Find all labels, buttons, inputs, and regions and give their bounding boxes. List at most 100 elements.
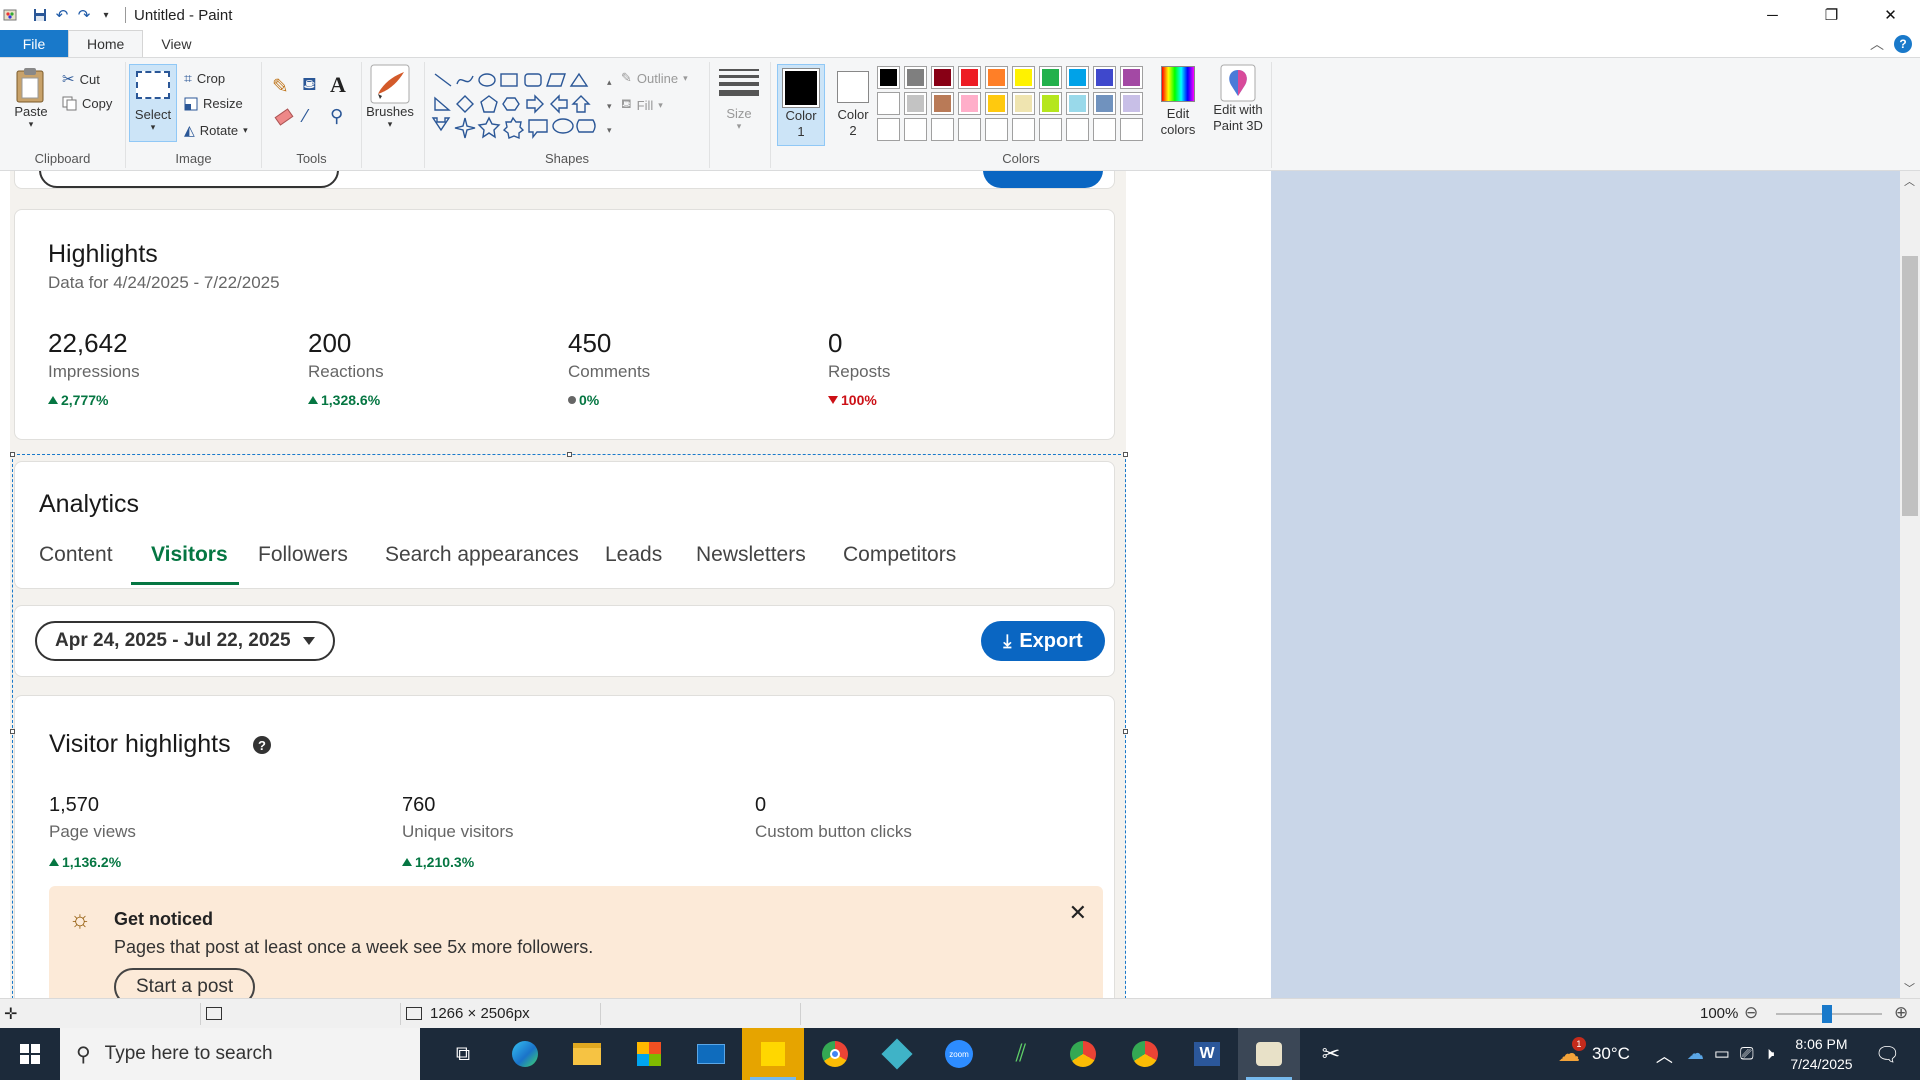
palette-swatch[interactable] bbox=[1120, 92, 1143, 115]
fill-button[interactable]: ⛾ Fill ▾ bbox=[621, 96, 663, 114]
cut-button[interactable]: ✂ Cut bbox=[62, 70, 100, 88]
notifications-icon[interactable]: 🗨 bbox=[1875, 1042, 1900, 1067]
redo-icon[interactable]: ↷ bbox=[73, 4, 95, 26]
tab-newsletters[interactable]: Newsletters bbox=[696, 543, 806, 567]
eraser-icon[interactable] bbox=[274, 108, 294, 126]
shapes-gallery[interactable] bbox=[431, 70, 607, 142]
scroll-up-icon[interactable]: ︿ bbox=[1904, 173, 1915, 189]
palette-swatch[interactable] bbox=[1093, 118, 1116, 141]
edit-with-paint3d-button[interactable]: Edit with Paint 3D bbox=[1208, 64, 1268, 134]
help-circle-icon[interactable]: ? bbox=[253, 736, 271, 754]
chrome-profile-icon[interactable] bbox=[1052, 1028, 1114, 1080]
palette-swatch[interactable] bbox=[1066, 66, 1089, 89]
network-icon[interactable]: ⎚ bbox=[1740, 1044, 1754, 1064]
color1-button[interactable]: Color 1 bbox=[777, 64, 825, 146]
vertical-scrollbar-thumb[interactable] bbox=[1902, 256, 1918, 516]
vertical-scrollbar[interactable]: ︿ ﹀ bbox=[1900, 171, 1920, 998]
outline-button[interactable]: ✎ Outline ▾ bbox=[621, 70, 688, 86]
palette-swatch[interactable] bbox=[1039, 92, 1062, 115]
app-icon-green[interactable]: ⫽ bbox=[990, 1028, 1052, 1080]
tab-file[interactable]: File bbox=[0, 30, 68, 57]
edit-colors-button[interactable]: Edit colors bbox=[1153, 66, 1203, 138]
shapes-scroll[interactable]: ▴ ▾ ▾ bbox=[607, 70, 612, 142]
palette-swatch[interactable] bbox=[1012, 66, 1035, 89]
palette-swatch[interactable] bbox=[877, 92, 900, 115]
close-icon[interactable]: ✕ bbox=[1069, 900, 1087, 926]
pencil-icon[interactable]: ✎ bbox=[272, 74, 289, 99]
image-canvas[interactable]: Highlights Data for 4/24/2025 - 7/22/202… bbox=[0, 171, 1271, 998]
app-icon-cyan[interactable] bbox=[866, 1028, 928, 1080]
fill-bucket-icon[interactable]: ⛾ bbox=[302, 74, 317, 98]
minimize-button[interactable]: ─ bbox=[1743, 0, 1802, 30]
resize-button[interactable]: Resize bbox=[184, 96, 243, 111]
paste-button[interactable]: Paste ▾ bbox=[8, 66, 54, 130]
sticky-notes-icon[interactable] bbox=[742, 1028, 804, 1080]
tab-leads[interactable]: Leads bbox=[605, 543, 662, 567]
show-hidden-icons[interactable]: ︿ bbox=[1656, 1042, 1673, 1067]
weather-icon[interactable]: ☁ 1 bbox=[1558, 1037, 1586, 1067]
date-range-dropdown[interactable]: Apr 24, 2025 - Jul 22, 2025 bbox=[35, 621, 335, 661]
palette-swatch[interactable] bbox=[958, 92, 981, 115]
palette-swatch[interactable] bbox=[1066, 92, 1089, 115]
palette-swatch[interactable] bbox=[904, 66, 927, 89]
text-icon[interactable]: A bbox=[330, 72, 346, 98]
volume-icon[interactable]: 🕨 bbox=[1764, 1044, 1775, 1064]
palette-swatch[interactable] bbox=[985, 66, 1008, 89]
tab-content[interactable]: Content bbox=[39, 543, 113, 567]
palette-swatch[interactable] bbox=[985, 118, 1008, 141]
mail-icon[interactable] bbox=[680, 1028, 742, 1080]
close-button[interactable]: ✕ bbox=[1861, 0, 1920, 30]
paint-taskbar-icon[interactable] bbox=[1238, 1028, 1300, 1080]
microsoft-store-icon[interactable] bbox=[618, 1028, 680, 1080]
palette-swatch[interactable] bbox=[958, 66, 981, 89]
tab-home[interactable]: Home bbox=[68, 30, 144, 57]
palette-swatch[interactable] bbox=[1120, 118, 1143, 141]
tab-visitors[interactable]: Visitors bbox=[151, 543, 228, 567]
palette-swatch[interactable] bbox=[904, 118, 927, 141]
clock[interactable]: 8:06 PM 7/24/2025 bbox=[1790, 1034, 1852, 1074]
palette-swatch[interactable] bbox=[1039, 118, 1062, 141]
palette-swatch[interactable] bbox=[1039, 66, 1062, 89]
color-picker-icon[interactable]: ⁄ bbox=[304, 106, 307, 127]
palette-swatch[interactable] bbox=[931, 118, 954, 141]
palette-swatch[interactable] bbox=[958, 118, 981, 141]
palette-swatch[interactable] bbox=[1012, 92, 1035, 115]
collapse-ribbon-icon[interactable]: ︿ bbox=[1870, 34, 1884, 54]
palette-swatch[interactable] bbox=[1066, 118, 1089, 141]
word-icon[interactable]: W bbox=[1176, 1028, 1238, 1080]
zoom-slider-thumb[interactable] bbox=[1822, 1005, 1832, 1023]
palette-swatch[interactable] bbox=[877, 66, 900, 89]
zoom-icon[interactable]: zoom bbox=[928, 1028, 990, 1080]
tab-search-appearances[interactable]: Search appearances bbox=[385, 543, 579, 567]
task-view-icon[interactable]: ⧉ bbox=[432, 1028, 494, 1080]
size-button[interactable]: Size ▾ bbox=[714, 66, 764, 132]
tab-followers[interactable]: Followers bbox=[258, 543, 348, 567]
file-explorer-icon[interactable] bbox=[556, 1028, 618, 1080]
palette-swatch[interactable] bbox=[985, 92, 1008, 115]
export-button[interactable]: ⤓ Export bbox=[981, 621, 1105, 661]
scroll-down-icon[interactable]: ﹀ bbox=[1904, 980, 1915, 996]
palette-swatch[interactable] bbox=[931, 66, 954, 89]
crop-button[interactable]: ⌗ Crop bbox=[184, 70, 225, 87]
palette-swatch[interactable] bbox=[904, 92, 927, 115]
taskbar-search[interactable]: ⚲ Type here to search bbox=[60, 1028, 420, 1080]
maximize-button[interactable]: ❐ bbox=[1802, 0, 1861, 30]
brushes-button[interactable]: Brushes ▾ bbox=[364, 64, 416, 130]
zoom-out-icon[interactable]: ⊖ bbox=[1744, 1003, 1758, 1023]
copy-button[interactable]: Copy bbox=[62, 96, 112, 111]
magnifier-icon[interactable]: ⚲ bbox=[330, 106, 343, 127]
tab-view[interactable]: View bbox=[143, 30, 209, 57]
help-icon[interactable]: ? bbox=[1894, 35, 1912, 53]
undo-icon[interactable]: ↶ bbox=[51, 4, 73, 26]
customize-quick-access-icon[interactable]: ▾ bbox=[95, 4, 117, 26]
palette-swatch[interactable] bbox=[1093, 92, 1116, 115]
onedrive-icon[interactable]: ☁ bbox=[1687, 1044, 1704, 1064]
select-button[interactable]: Select ▾ bbox=[129, 64, 177, 142]
tab-competitors[interactable]: Competitors bbox=[843, 543, 956, 567]
rotate-button[interactable]: ◭ Rotate ▾ bbox=[184, 122, 248, 139]
edge-icon[interactable] bbox=[494, 1028, 556, 1080]
palette-swatch[interactable] bbox=[1093, 66, 1116, 89]
palette-swatch[interactable] bbox=[877, 118, 900, 141]
canvas-area[interactable]: Highlights Data for 4/24/2025 - 7/22/202… bbox=[0, 171, 1900, 998]
chrome-icon[interactable] bbox=[804, 1028, 866, 1080]
